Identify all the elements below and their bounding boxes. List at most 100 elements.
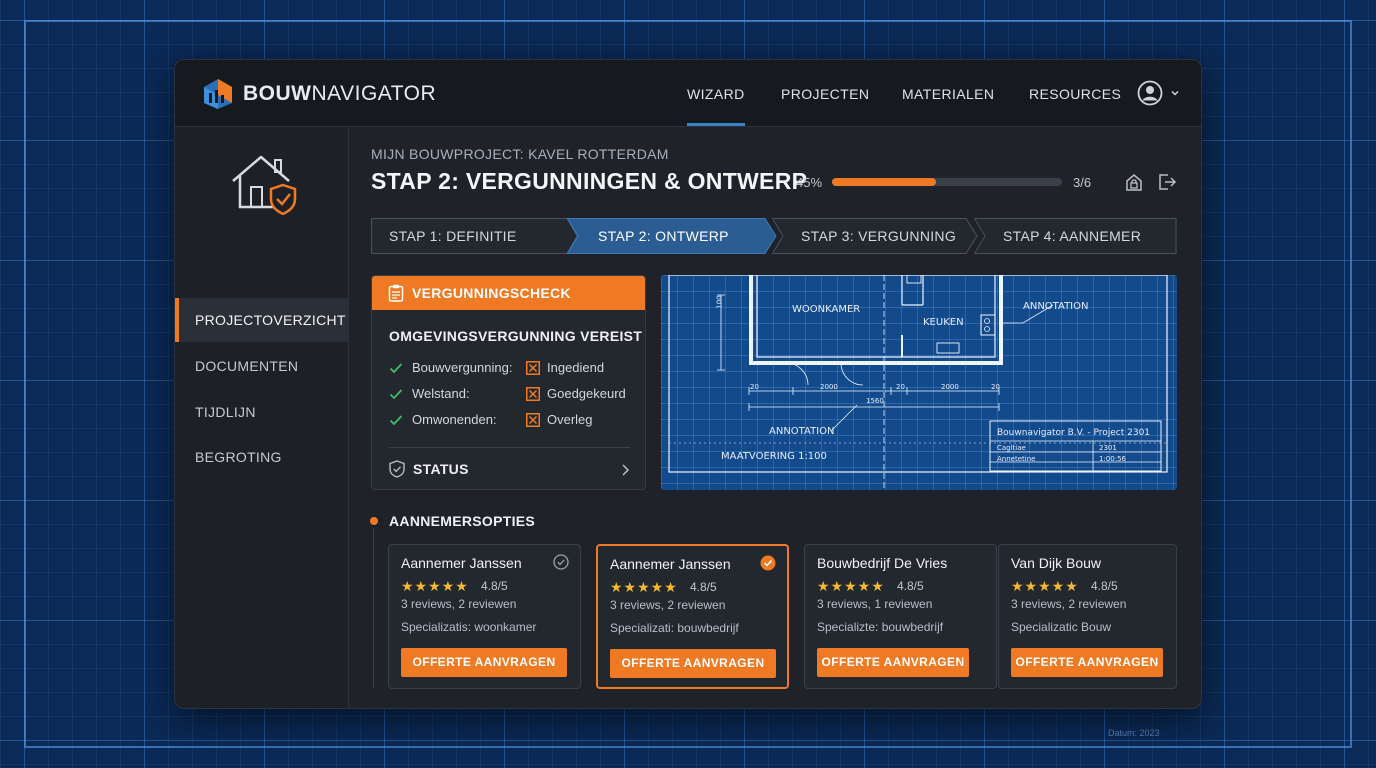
check-icon (389, 389, 403, 400)
contractors-section-title: AANNEMERSOPTIES (389, 513, 536, 529)
top-header: BOUWNAVIGATOR WIZARD PROJECTEN MATERIALE… (175, 60, 1201, 127)
blueprint-scale: MAATVOERING 1:100 (721, 451, 827, 462)
rating-stars: ★★★★★ (610, 579, 678, 595)
contractor-specialization: Specializte: bouwbedrijf (817, 620, 944, 634)
step-label: STAP 2: ONTWERP (598, 228, 729, 244)
request-quote-button[interactable]: OFFERTE AANVRAGEN (817, 648, 969, 677)
clipboard-icon (388, 284, 404, 302)
request-quote-button[interactable]: OFFERTE AANVRAGEN (401, 648, 567, 677)
step-3-vergunning[interactable]: STAP 3: VERGUNNING (772, 218, 982, 254)
contractor-specialization: Specializati: bouwbedrijf (610, 621, 739, 635)
contractor-card[interactable]: Bouwbedrijf De Vries ★★★★★ 4.8/5 3 revie… (804, 544, 997, 689)
background-datum: Datum: 2023 (1108, 728, 1160, 738)
progress-percent: 45% (796, 175, 823, 190)
sidebar-item-tijdlijn[interactable]: TIJDLIJN (175, 390, 349, 434)
blueprint-dim: 20 (896, 383, 905, 391)
progress-bar (832, 178, 1062, 186)
permit-row-key: Omwonenden: (412, 412, 497, 427)
permit-row-value: Goedgekeurd (547, 386, 626, 401)
exit-icon[interactable] (1157, 172, 1177, 192)
titleblock-row-key: Annetetine (997, 455, 1036, 463)
rating-stars: ★★★★★ (1011, 578, 1079, 594)
status-label: STATUS (413, 461, 469, 477)
check-circle-filled-icon[interactable] (760, 555, 776, 571)
step-4-aannemer[interactable]: STAP 4: AANNEMER (974, 218, 1177, 254)
breadcrumb: MIJN BOUWPROJECT: KAVEL ROTTERDAM (371, 146, 669, 162)
wizard-stepper: STAP 1: DEFINITIE STAP 2: ONTWERP STAP 3… (371, 218, 1177, 254)
chevron-right-icon (622, 464, 630, 476)
blueprint-dim-left: 100 (715, 295, 724, 309)
titleblock-row-value: 2301 (1099, 444, 1117, 452)
request-quote-button[interactable]: OFFERTE AANVRAGEN (1011, 648, 1163, 677)
rating-stars: ★★★★★ (817, 578, 885, 594)
x-box-icon (526, 413, 540, 427)
step-2-ontwerp[interactable]: STAP 2: ONTWERP (567, 218, 781, 254)
permit-subtitle: OMGEVINGSVERGUNNING VEREIST (389, 328, 643, 344)
user-menu[interactable] (1137, 80, 1187, 108)
blueprint-dim: 20 (750, 383, 759, 391)
blueprint-dim: 2000 (941, 383, 959, 391)
contractor-card-selected[interactable]: Aannemer Janssen ★★★★★ 4.8/5 3 reviews, … (596, 544, 789, 689)
step-label: STAP 1: DEFINITIE (389, 228, 517, 244)
check-icon (389, 363, 403, 374)
permit-row-key: Bouwvergunning: (412, 360, 513, 375)
step-1-definitie[interactable]: STAP 1: DEFINITIE (371, 218, 581, 254)
x-box-icon (526, 387, 540, 401)
chevron-down-icon (1171, 90, 1179, 96)
contractor-name: Aannemer Janssen (610, 556, 731, 572)
request-quote-button[interactable]: OFFERTE AANVRAGEN (610, 649, 776, 678)
step-label: STAP 3: VERGUNNING (801, 228, 957, 244)
permit-row-value: Overleg (547, 412, 593, 427)
nav-materialen[interactable]: MATERIALEN (902, 86, 994, 102)
permit-header: VERGUNNINGSCHECK (372, 276, 645, 310)
rating-stars: ★★★★★ (401, 578, 469, 594)
house-shield-icon (232, 155, 297, 215)
contractor-rating: 4.8/5 (1091, 579, 1118, 593)
blueprint-dim: 2000 (820, 383, 838, 391)
section-dot (370, 517, 378, 525)
permit-row-key: Welstand: (412, 386, 470, 401)
permit-row: Omwonenden: Overleg (389, 412, 634, 430)
blueprint-annotation-1: ANNOTATION (1023, 301, 1089, 312)
contractor-reviews: 3 reviews, 2 reviewen (610, 598, 726, 612)
contractor-rating: 4.8/5 (897, 579, 924, 593)
section-line (373, 528, 374, 688)
check-icon (389, 415, 403, 426)
contractor-card[interactable]: Van Dijk Bouw ★★★★★ 4.8/5 3 reviews, 2 r… (998, 544, 1177, 689)
permit-row: Welstand: Goedgekeurd (389, 386, 634, 404)
contractor-rating: 4.8/5 (481, 579, 508, 593)
lock-house-icon[interactable] (1124, 172, 1144, 192)
nav-projecten[interactable]: PROJECTEN (781, 86, 869, 102)
blueprint-room-kitchen: KEUKEN (923, 317, 964, 328)
nav-resources[interactable]: RESOURCES (1029, 86, 1121, 102)
contractor-reviews: 3 reviews, 2 reviewen (1011, 597, 1127, 611)
contractor-specialization: Specializatis: woonkamer (401, 620, 537, 634)
brand-name: BOUWNAVIGATOR (243, 82, 437, 105)
user-avatar-icon (1137, 80, 1163, 106)
titleblock-row-key: Cagltiae (997, 444, 1026, 452)
check-circle-icon[interactable] (553, 554, 569, 570)
step-count: 3/6 (1073, 175, 1092, 190)
permit-row: Bouwvergunning: Ingediend (389, 360, 634, 378)
titleblock-title: Bouwnavigator B.V. - Project 2301 (997, 428, 1151, 438)
step-label: STAP 4: AANNEMER (1003, 228, 1142, 244)
sidebar-item-documenten[interactable]: DOCUMENTEN (175, 344, 349, 388)
permit-row-value: Ingediend (547, 360, 605, 375)
contractor-card[interactable]: Aannemer Janssen ★★★★★ 4.8/5 3 reviews, … (388, 544, 581, 689)
contractor-rating: 4.8/5 (690, 580, 717, 594)
contractor-specialization: Specializatic Bouw (1011, 620, 1112, 634)
contractor-reviews: 3 reviews, 1 reviewen (817, 597, 933, 611)
sidebar-item-projectoverzicht[interactable]: PROJECTOVERZICHT (175, 298, 349, 342)
permit-header-label: VERGUNNINGSCHECK (412, 285, 571, 301)
x-box-icon (526, 361, 540, 375)
blueprint-annotation-2: ANNOTATION (769, 426, 835, 437)
contractor-name: Aannemer Janssen (401, 555, 522, 571)
contractor-name: Van Dijk Bouw (1011, 555, 1102, 571)
titleblock-row-value: 1:00:56 (1099, 455, 1126, 463)
app-window: BOUWNAVIGATOR WIZARD PROJECTEN MATERIALE… (174, 59, 1202, 709)
sidebar-item-begroting[interactable]: BEGROTING (175, 435, 349, 479)
blueprint-dim: 20 (991, 383, 1000, 391)
page-title: STAP 2: VERGUNNINGEN & ONTWERP (371, 168, 808, 194)
status-row[interactable]: STATUS (389, 460, 630, 480)
nav-wizard[interactable]: WIZARD (687, 86, 745, 126)
